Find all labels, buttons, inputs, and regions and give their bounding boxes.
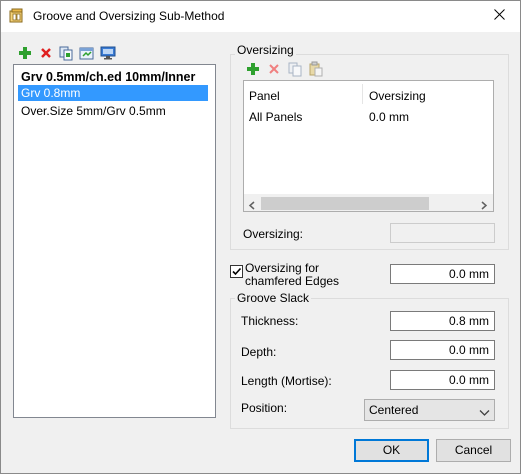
- edit-icon[interactable]: [79, 45, 95, 61]
- list-item[interactable]: Grv 0.5mm/ch.ed 10mm/Inner: [18, 69, 195, 85]
- oversizing-group-label: Oversizing: [235, 43, 296, 57]
- chevron-down-icon: [479, 404, 490, 424]
- close-button[interactable]: [477, 1, 521, 31]
- add-icon[interactable]: [17, 45, 33, 61]
- scrollbar-thumb[interactable]: [261, 197, 429, 210]
- chamfer-checkbox[interactable]: [230, 265, 243, 278]
- chamfer-value-field[interactable]: 0.0 mm: [390, 264, 495, 284]
- oversizing-field-label: Oversizing:: [243, 227, 304, 241]
- position-selected-value: Centered: [369, 403, 419, 417]
- delete-icon[interactable]: [38, 45, 54, 61]
- groove-slack-group-label: Groove Slack: [235, 291, 312, 305]
- column-header-panel[interactable]: Panel: [249, 89, 280, 103]
- copy-icon[interactable]: [58, 45, 74, 61]
- add-icon[interactable]: [245, 61, 261, 77]
- grid-cell-oversizing[interactable]: 0.0 mm: [369, 110, 409, 124]
- scroll-right-icon[interactable]: [480, 199, 488, 213]
- column-divider[interactable]: [362, 84, 363, 104]
- grid-cell-panel[interactable]: All Panels: [249, 110, 302, 124]
- monitor-icon[interactable]: [100, 45, 116, 61]
- dialog-window: Groove and Oversizing Sub-Method Grv 0.5…: [0, 0, 521, 474]
- column-header-oversizing[interactable]: Oversizing: [369, 89, 426, 103]
- copy-icon: [287, 61, 303, 77]
- length-mortise-label: Length (Mortise):: [241, 374, 332, 388]
- list-item-selected[interactable]: Grv 0.8mm: [18, 85, 208, 101]
- depth-label: Depth:: [241, 345, 277, 359]
- checkmark-icon: [231, 266, 242, 277]
- title-bar: Groove and Oversizing Sub-Method: [1, 1, 520, 32]
- oversizing-field: [390, 223, 495, 243]
- methods-list[interactable]: Grv 0.5mm/ch.ed 10mm/Inner Grv 0.8mm Ove…: [13, 64, 216, 418]
- position-label: Position:: [241, 401, 288, 415]
- horizontal-scrollbar[interactable]: [244, 194, 493, 211]
- list-item[interactable]: Over.Size 5mm/Grv 0.5mm: [18, 103, 166, 119]
- chamfer-checkbox-label[interactable]: Oversizing for chamfered Edges: [245, 262, 375, 288]
- cancel-button[interactable]: Cancel: [436, 439, 511, 462]
- position-dropdown[interactable]: Centered: [364, 399, 495, 421]
- close-icon: [493, 9, 505, 23]
- app-icon: [9, 8, 25, 24]
- scroll-left-icon[interactable]: [248, 199, 256, 213]
- oversizing-grid[interactable]: Panel Oversizing All Panels 0.0 mm: [243, 80, 494, 212]
- depth-field[interactable]: 0.0 mm: [390, 340, 495, 360]
- length-mortise-field[interactable]: 0.0 mm: [390, 370, 495, 390]
- thickness-field[interactable]: 0.8 mm: [390, 311, 495, 331]
- paste-icon: [308, 61, 324, 77]
- delete-icon: [266, 61, 282, 77]
- thickness-label: Thickness:: [241, 314, 299, 328]
- ok-button[interactable]: OK: [354, 439, 429, 462]
- window-title: Groove and Oversizing Sub-Method: [33, 9, 225, 23]
